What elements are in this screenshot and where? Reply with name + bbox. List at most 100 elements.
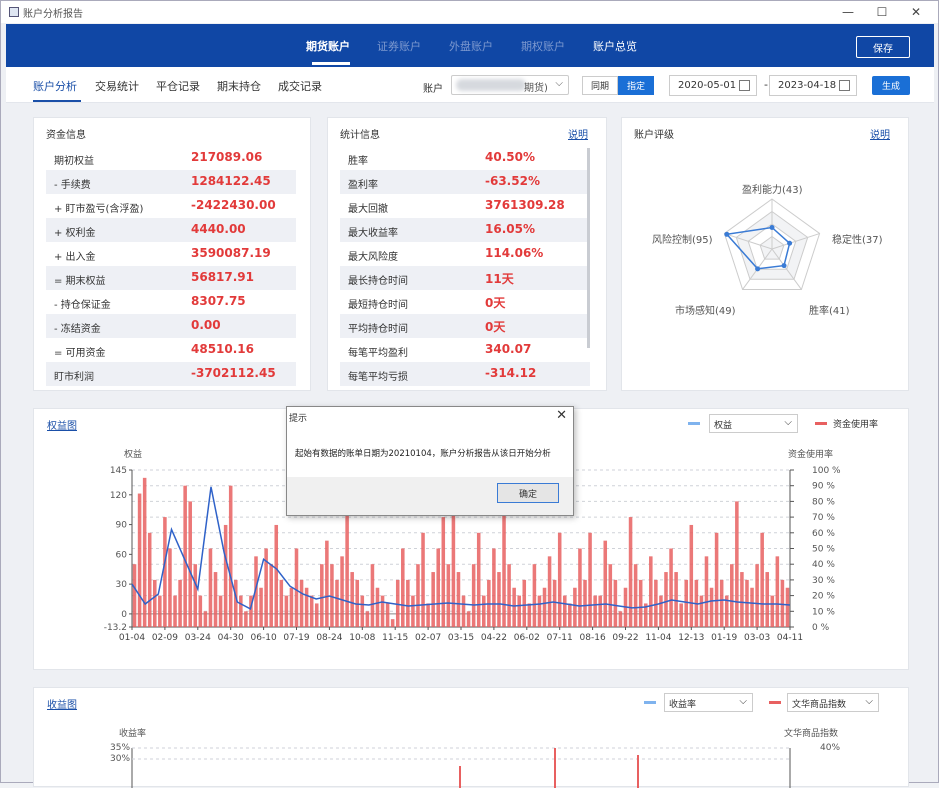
usage-bar: [760, 532, 764, 627]
x-tick-label: 04-30: [218, 633, 244, 643]
radar-label-profit: 盈利能力(43): [742, 185, 803, 196]
subtab-end-positions[interactable]: 期末持仓: [217, 78, 261, 94]
tab-futures-account[interactable]: 期货账户: [306, 38, 350, 54]
radar-score-point: [781, 263, 787, 269]
dialog-message: 起始有数据的账单日期为20210104，账户分析报告从该日开始分析: [295, 449, 551, 459]
usage-bar: [375, 587, 380, 627]
x-tick-label: 10-08: [349, 633, 375, 643]
stats-scrollbar[interactable]: [587, 148, 590, 348]
usage-bar: [532, 564, 537, 627]
usage-bar: [603, 540, 608, 627]
x-tick-label: 07-11: [547, 633, 573, 643]
radar-label-market: 市场感知(49): [675, 306, 736, 317]
usage-bar: [314, 603, 319, 627]
usage-bar: [730, 564, 734, 627]
calendar-icon[interactable]: [739, 80, 750, 91]
minimize-icon[interactable]: —: [831, 1, 865, 23]
return-chart-plot: [131, 747, 791, 788]
date-to-field[interactable]: 2023-04-18: [769, 75, 857, 96]
usage-bar: [350, 572, 354, 627]
x-tick-label: 02-09: [152, 633, 178, 643]
usage-bar: [765, 572, 769, 627]
usage-bar: [578, 548, 582, 627]
usage-bar: [147, 532, 152, 627]
stats-row-value: 0天: [485, 296, 506, 310]
usage-bar: [456, 572, 461, 627]
stats-row: 最长持仓时间 11天: [340, 266, 590, 290]
stats-panel: 统计信息 说明 胜率 40.50% 盈利率 -63.52% 最大回撤 3761309.28…: [327, 117, 607, 391]
chevron-down-icon: ⌵: [555, 78, 563, 89]
usage-bar: [325, 540, 329, 627]
funds-panel: 资金信息 期初权益 217089.06 - 手续费 1284122.45 + 盯市盈亏(…: [33, 117, 311, 391]
usage-bar: [476, 532, 481, 627]
usage-bar: [598, 595, 602, 627]
subtab-close-records[interactable]: 平仓记录: [156, 78, 200, 94]
usage-bar: [401, 548, 405, 627]
period-custom-button[interactable]: 指定: [618, 76, 654, 95]
usage-bar: [269, 564, 273, 627]
stats-row-value: 3761309.28: [485, 198, 565, 212]
right-tick-label: 0 %: [812, 623, 830, 633]
usage-bar: [785, 587, 790, 627]
subtab-trade-records[interactable]: 成交记录: [278, 78, 322, 94]
right-tick-label: 90 %: [812, 482, 835, 492]
generate-button[interactable]: 生成: [872, 76, 910, 95]
right-tick-label: 30 %: [812, 576, 835, 586]
usage-bar: [471, 564, 476, 627]
usage-bar: [537, 595, 542, 627]
app-icon: [9, 7, 19, 17]
stats-title: 统计信息: [340, 130, 380, 141]
stats-help-link[interactable]: 说明: [568, 126, 588, 141]
subtab-account-analysis[interactable]: 账户分析: [33, 78, 77, 94]
funds-row-value: 8307.75: [191, 294, 246, 308]
x-tick-label: 07-19: [283, 633, 309, 643]
left-tick-label: 145: [110, 466, 127, 476]
usage-bar: [421, 532, 425, 627]
usage-bar: [522, 579, 527, 627]
usage-bar: [512, 587, 516, 627]
funds-row: 期初权益 217089.06: [46, 146, 296, 170]
period-same-button[interactable]: 同期: [582, 76, 618, 95]
funds-row-value: -2422430.00: [191, 198, 276, 212]
stats-row-label: 平均持仓时间: [348, 324, 408, 335]
dialog-ok-button[interactable]: 确定: [497, 483, 559, 503]
funds-row: + 出入金 3590087.19: [46, 242, 296, 266]
index-bar: [459, 766, 461, 788]
x-tick-label: 04-11: [777, 633, 803, 643]
usage-bar: [775, 556, 780, 627]
subtab-trade-stats[interactable]: 交易统计: [95, 78, 139, 94]
right-tick-label: 50 %: [812, 545, 835, 555]
close-icon[interactable]: ✕: [899, 1, 933, 23]
tab-account-overview[interactable]: 账户总览: [593, 38, 637, 54]
maximize-icon[interactable]: ☐: [865, 1, 899, 23]
left-tick-label: -13.2: [104, 623, 127, 633]
stats-row-label: 最大回撤: [348, 204, 388, 215]
x-tick-label: 06-02: [514, 633, 540, 643]
calendar-icon[interactable]: [839, 80, 850, 91]
date-from-field[interactable]: 2020-05-01: [669, 75, 757, 96]
usage-bar: [583, 579, 587, 627]
usage-bar: [213, 572, 218, 627]
tab-foreign-account[interactable]: 外盘账户: [449, 38, 493, 54]
usage-bar: [613, 579, 618, 627]
usage-bar: [552, 579, 557, 627]
usage-bar: [674, 572, 678, 627]
x-tick-label: 09-22: [612, 633, 638, 643]
usage-bar: [431, 572, 435, 627]
usage-bar: [679, 603, 683, 627]
usage-bar: [633, 564, 638, 627]
right-tick-label: 100 %: [812, 466, 841, 476]
usage-bar: [153, 579, 157, 627]
close-icon[interactable]: ✕: [556, 408, 567, 423]
x-tick-label: 08-16: [580, 633, 606, 643]
usage-bar: [719, 579, 724, 627]
account-select[interactable]: 期货) ⌵: [451, 75, 569, 95]
x-tick-label: 04-22: [481, 633, 507, 643]
save-button[interactable]: 保存: [856, 36, 910, 58]
tab-securities-account[interactable]: 证券账户: [377, 38, 421, 54]
stats-row-value: 340.07: [485, 342, 532, 356]
funds-row-value: 48510.16: [191, 342, 255, 356]
tab-options-account[interactable]: 期权账户: [521, 38, 565, 54]
usage-bar: [168, 548, 172, 627]
usage-bar: [466, 611, 471, 627]
